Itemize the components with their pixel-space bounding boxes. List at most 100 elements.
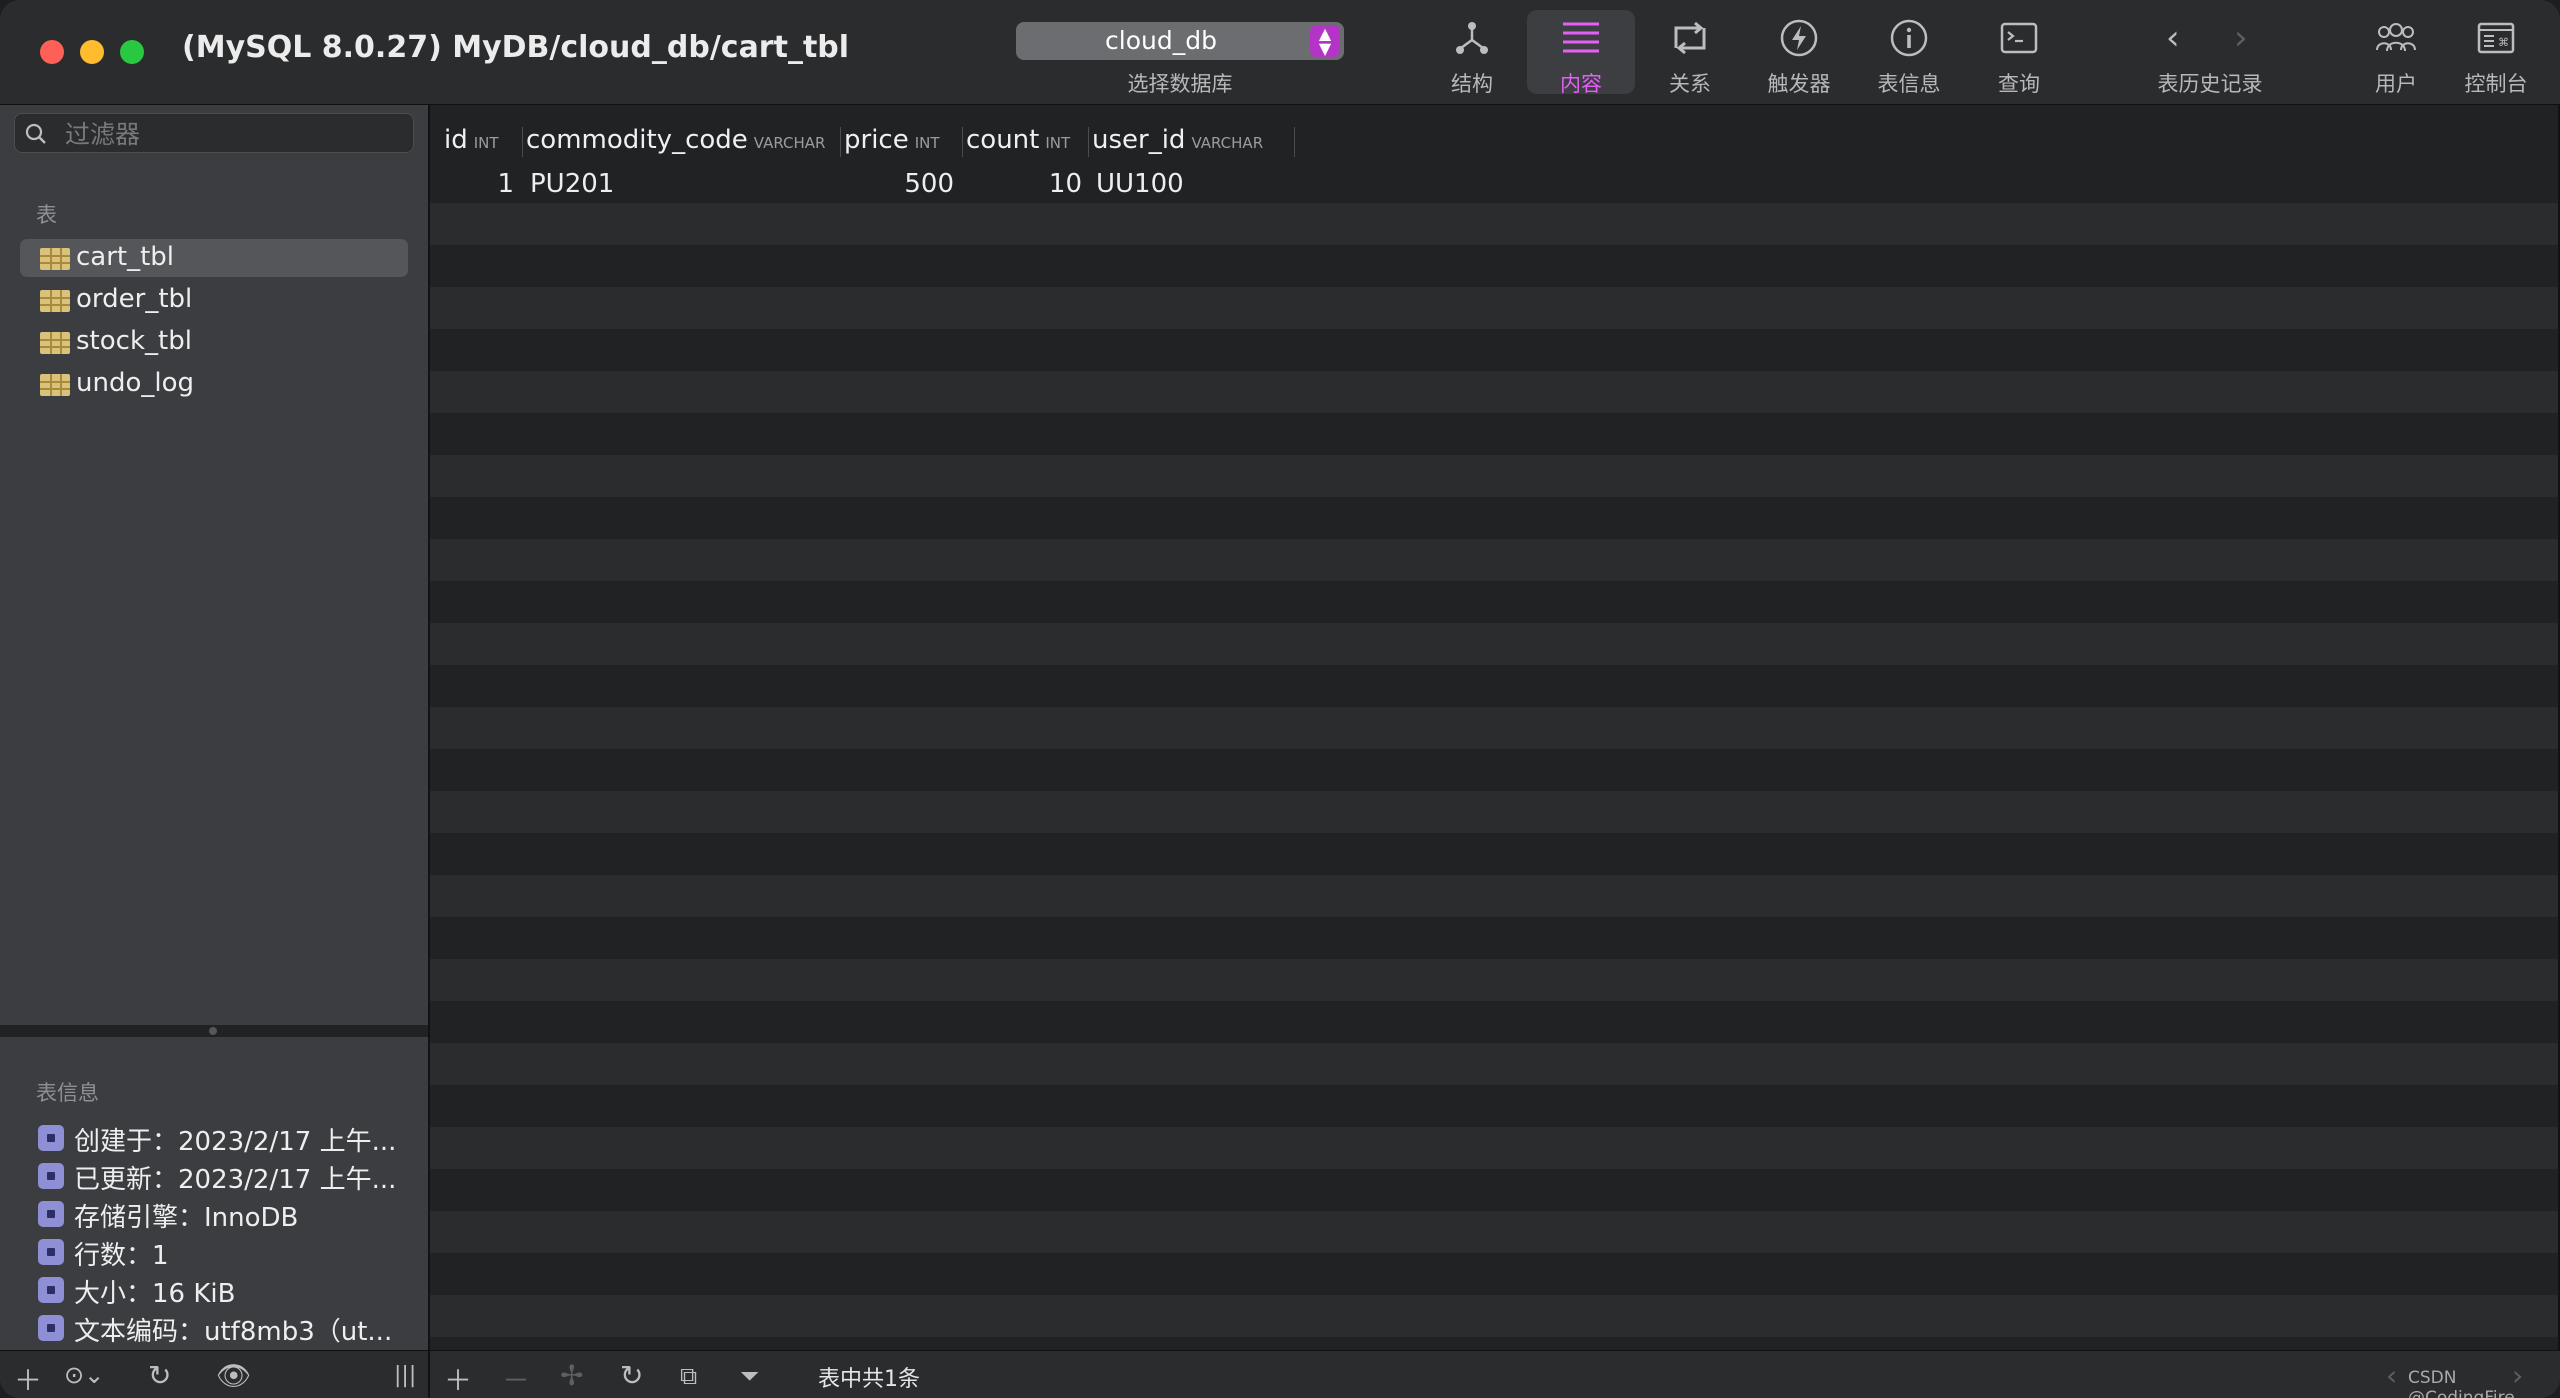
info-bullet-icon — [38, 1163, 64, 1189]
tab-table-info[interactable]: 表信息 — [1855, 10, 1963, 96]
table-item-order-tbl[interactable]: order_tbl — [20, 281, 408, 319]
column-header-price[interactable]: price INT — [844, 125, 940, 155]
table-icon — [40, 290, 70, 312]
info-bullet-icon — [38, 1125, 64, 1151]
empty-row — [430, 371, 2560, 413]
users-icon — [2376, 23, 2416, 52]
empty-row — [430, 497, 2560, 539]
tab-structure[interactable]: 结构 — [1418, 10, 1526, 96]
empty-row — [430, 917, 2560, 959]
table-row[interactable]: 1 PU201 500 10 UU100 — [430, 161, 2560, 203]
cell-user-id[interactable]: UU100 — [1096, 169, 1184, 199]
cell-count[interactable]: 10 — [966, 169, 1082, 199]
column-header-count[interactable]: count INT — [966, 125, 1070, 155]
column-header-id[interactable]: id INT — [444, 125, 499, 155]
column-divider[interactable] — [840, 127, 841, 157]
terminal-icon — [2000, 22, 2038, 54]
column-header-user-id[interactable]: user_id VARCHAR — [1092, 125, 1263, 155]
column-name: id — [444, 125, 468, 155]
empty-row — [430, 1253, 2560, 1295]
tab-table-info-label: 表信息 — [1877, 72, 1941, 96]
history-back-button[interactable]: ‹ — [2166, 18, 2180, 58]
tab-query[interactable]: 查询 — [1965, 10, 2073, 96]
bottom-bar: ＋ ⊙⌄ ↻ 👁 ||| ＋ － ✢ ↻ ⧉ ⏷ 表中共1条 ‹ › — [0, 1350, 2560, 1398]
duplicate-row-icon[interactable]: ✢ — [560, 1359, 583, 1392]
empty-row — [430, 329, 2560, 371]
filter-funnel-icon[interactable]: ⏷ — [740, 1362, 759, 1390]
empty-row — [430, 665, 2560, 707]
empty-row — [430, 455, 2560, 497]
table-item-undo-log[interactable]: undo_log — [20, 365, 408, 403]
empty-row — [430, 749, 2560, 791]
split-handle-dot — [209, 1027, 217, 1035]
info-bullet-icon — [38, 1315, 64, 1341]
column-divider[interactable] — [522, 127, 523, 157]
info-item-text: 已更新：2023/2/17 上午... — [74, 1165, 397, 1195]
app-window: (MySQL 8.0.27) MyDB/cloud_db/cart_tbl cl… — [0, 0, 2560, 1398]
info-item-size: 大小：16 KiB — [38, 1271, 418, 1309]
tab-content[interactable]: 内容 — [1527, 10, 1635, 96]
column-divider[interactable] — [1294, 127, 1295, 157]
history-label: 表历史记录 — [2157, 72, 2263, 96]
info-item-updated: 已更新：2023/2/17 上午... — [38, 1157, 418, 1195]
cell-commodity-code[interactable]: PU201 — [530, 169, 614, 199]
filter-field[interactable] — [14, 113, 414, 153]
column-divider[interactable] — [1088, 127, 1089, 157]
cell-price[interactable]: 500 — [844, 169, 954, 199]
empty-row — [430, 413, 2560, 455]
users-button[interactable]: 用户 — [2342, 10, 2450, 96]
table-item-label: undo_log — [76, 368, 195, 398]
console-label: 控制台 — [2464, 72, 2528, 96]
toolbar: (MySQL 8.0.27) MyDB/cloud_db/cart_tbl cl… — [0, 0, 2560, 105]
remove-row-button[interactable]: － — [502, 1359, 530, 1398]
console-icon: ⌘ — [2477, 22, 2515, 54]
more-actions-button[interactable]: ⊙⌄ — [64, 1361, 104, 1389]
tab-relations[interactable]: 关系 — [1636, 10, 1744, 96]
trigger-bolt-icon — [1780, 19, 1818, 57]
console-button[interactable]: ⌘ 控制台 — [2442, 10, 2550, 96]
refresh-content-icon[interactable]: ↻ — [620, 1359, 643, 1392]
tab-triggers[interactable]: 触发器 — [1745, 10, 1853, 96]
sidebar-split-handle[interactable] — [0, 1025, 428, 1037]
empty-row — [430, 1295, 2560, 1337]
close-window-button[interactable] — [40, 40, 64, 64]
zoom-window-button[interactable] — [120, 40, 144, 64]
empty-row — [430, 623, 2560, 665]
add-row-button[interactable]: ＋ — [444, 1359, 472, 1398]
users-label: 用户 — [2375, 72, 2417, 96]
refresh-tables-icon[interactable]: ↻ — [148, 1359, 171, 1392]
column-name: count — [966, 125, 1040, 155]
column-header-commodity-code[interactable]: commodity_code VARCHAR — [526, 125, 825, 155]
column-divider[interactable] — [962, 127, 963, 157]
info-item-text: 大小：16 KiB — [74, 1279, 236, 1309]
visibility-eye-icon[interactable]: 👁 — [216, 1359, 252, 1392]
history-forward-button[interactable]: › — [2234, 18, 2248, 58]
add-table-button[interactable]: ＋ — [14, 1359, 42, 1398]
sidebar-resize-icon[interactable]: ||| — [394, 1363, 416, 1388]
tab-triggers-label: 触发器 — [1767, 72, 1831, 96]
database-select[interactable]: cloud_db ▲ ▼ — [1016, 22, 1344, 60]
content-grid[interactable]: id INT commodity_code VARCHAR price INT cou… — [430, 105, 2560, 1350]
empty-row — [430, 959, 2560, 1001]
table-item-stock-tbl[interactable]: stock_tbl — [20, 323, 408, 361]
info-item-text: 行数：1 — [74, 1241, 169, 1271]
empty-row — [430, 1043, 2560, 1085]
pagination-icon[interactable]: ⧉ — [680, 1362, 697, 1390]
empty-row — [430, 245, 2560, 287]
info-bullet-icon — [38, 1239, 64, 1265]
tab-relations-label: 关系 — [1669, 72, 1711, 96]
filter-input[interactable] — [63, 118, 407, 150]
tab-content-label: 内容 — [1560, 72, 1602, 96]
empty-row — [430, 1211, 2560, 1253]
page-prev-button[interactable]: ‹ — [2386, 1359, 2397, 1392]
table-icon — [40, 332, 70, 354]
column-name: user_id — [1092, 125, 1186, 155]
info-item-text: 存储引擎：InnoDB — [74, 1203, 299, 1233]
minimize-window-button[interactable] — [80, 40, 104, 64]
empty-row — [430, 833, 2560, 875]
column-type: INT — [1045, 134, 1071, 152]
cell-id[interactable]: 1 — [444, 169, 514, 199]
table-item-cart-tbl[interactable]: cart_tbl — [20, 239, 408, 277]
table-item-label: cart_tbl — [76, 242, 175, 272]
watermark: CSDN @CodingFire — [2408, 1368, 2515, 1398]
